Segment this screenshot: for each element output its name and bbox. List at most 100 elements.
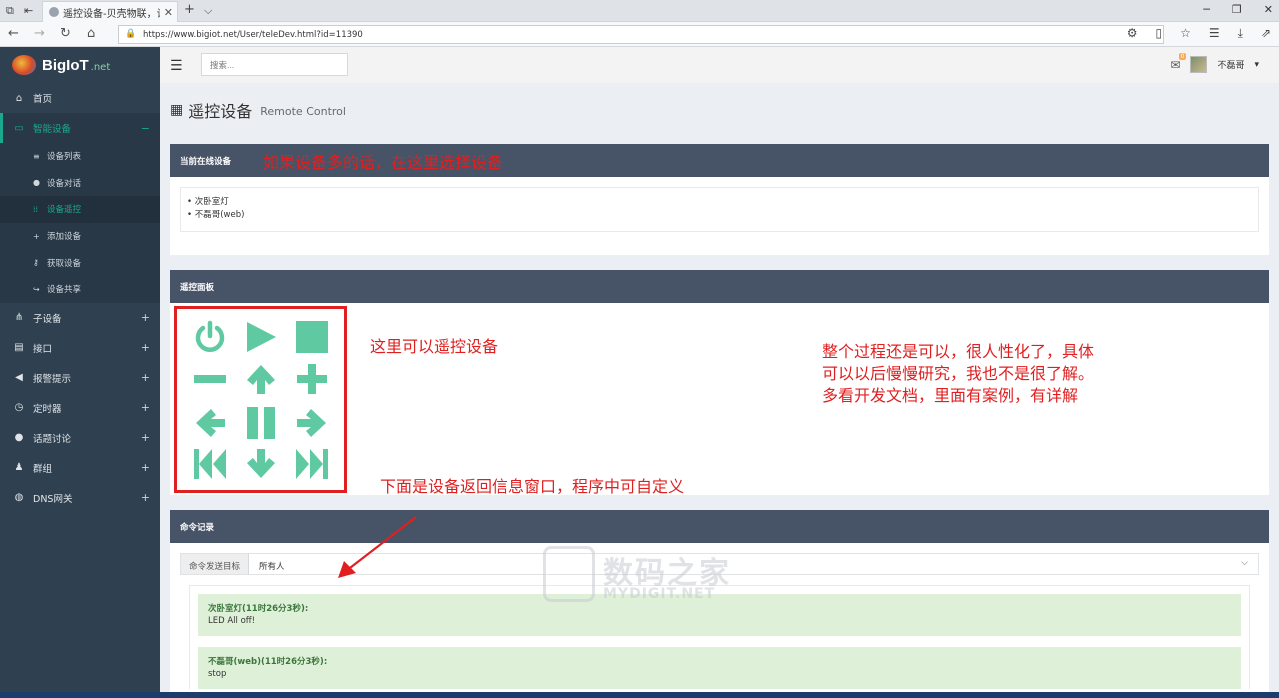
remote-button-grid — [174, 306, 347, 493]
target-value-text: 所有人 — [259, 562, 285, 572]
tab-menu-button[interactable]: ⌵ — [204, 4, 212, 18]
sidebar-subitem-device-remote[interactable]: ⁞⁞ 设备遥控 — [0, 196, 160, 223]
mail-icon[interactable]: ✉ 0 — [1170, 52, 1187, 72]
annotation-arrow-icon — [338, 516, 417, 578]
sidebar-item-api[interactable]: ▤ 接口 + — [0, 333, 160, 363]
down-button[interactable] — [242, 445, 280, 483]
brand-suffix: .net — [90, 62, 111, 73]
users-icon: ♟ — [14, 462, 24, 474]
favorite-star-icon[interactable]: ☆ — [1180, 26, 1191, 41]
power-button[interactable] — [191, 318, 229, 356]
sidebar-subitem-label: 设备对话 — [47, 178, 82, 189]
forward-icon[interactable]: → — [34, 26, 45, 41]
sidebar-item-topics[interactable]: ● 话题讨论 + — [0, 423, 160, 453]
close-window-icon[interactable]: ✕ — [1264, 3, 1273, 16]
minimize-icon[interactable]: ─ — [1203, 3, 1210, 16]
plus-button[interactable] — [293, 360, 331, 398]
avatar[interactable] — [1190, 56, 1208, 73]
right-button[interactable] — [293, 404, 331, 442]
stop-icon — [296, 321, 328, 353]
skip-back-icon — [194, 449, 226, 479]
volume-icon: ◀ — [15, 372, 23, 384]
username[interactable]: 不磊哥 — [1217, 58, 1244, 71]
expand-icon[interactable]: + — [141, 311, 150, 324]
sidebar-subitem-device-list[interactable]: ≡ 设备列表 — [0, 143, 160, 170]
new-tab-button[interactable]: + — [184, 2, 195, 17]
reading-view-icon[interactable]: ▯ — [1155, 26, 1162, 41]
home-icon[interactable]: ⌂ — [87, 26, 95, 41]
share-icon[interactable]: ⇗ — [1261, 26, 1271, 41]
grid-icon: ▦ — [170, 102, 184, 118]
sidebar-item-label: 智能设备 — [33, 124, 72, 135]
previous-button[interactable] — [191, 445, 229, 483]
left-button[interactable] — [191, 404, 229, 442]
page-title-text: 遥控设备 — [188, 102, 253, 121]
sidebar-item-subdevices[interactable]: ⋔ 子设备 + — [0, 303, 160, 333]
laptop-icon: ▭ — [14, 122, 24, 134]
pause-button[interactable] — [242, 404, 280, 442]
brand-name: BigIoT — [42, 56, 89, 74]
plus-icon — [297, 364, 327, 394]
sidebar-subitem-device-share[interactable]: ↪ 设备共享 — [0, 276, 160, 303]
minus-button[interactable] — [191, 360, 229, 398]
collapse-icon[interactable]: − — [141, 122, 150, 135]
next-button[interactable] — [293, 445, 331, 483]
message-log: 次卧室灯(11时26分3秒): LED All off! 不磊哥(web)(11… — [189, 585, 1250, 689]
favorites-hub-icon[interactable]: ☰ — [1209, 26, 1220, 41]
back-tabs-icon[interactable]: ⇤ — [24, 4, 33, 17]
sidebar-item-dns-gateway[interactable]: ◍ DNS网关 + — [0, 483, 160, 513]
caret-down-icon[interactable]: ▾ — [1254, 60, 1259, 70]
sidebar: BigIoT .net ⌂ 首页 ▭ 智能设备 − ≡ 设备列表 ● 设备对话 ⁞⁞… — [0, 47, 160, 698]
target-label: 命令发送目标 — [181, 554, 250, 574]
sidebar-item-timers[interactable]: ◷ 定时器 + — [0, 393, 160, 423]
expand-icon[interactable]: + — [141, 341, 150, 354]
sidebar-item-alarms[interactable]: ◀ 报警提示 + — [0, 363, 160, 393]
sidebar-subitem-label: 设备遥控 — [47, 205, 82, 216]
close-tab-icon[interactable]: ✕ — [164, 6, 177, 19]
expand-icon[interactable]: + — [141, 401, 150, 414]
power-icon — [195, 320, 225, 352]
sidebar-item-home[interactable]: ⌂ 首页 — [0, 83, 160, 113]
expand-icon[interactable]: + — [141, 431, 150, 444]
page-subtitle: Remote Control — [260, 105, 346, 118]
stop-button[interactable] — [293, 318, 331, 356]
sidebar-item-label: DNS网关 — [33, 493, 73, 505]
device-list: 次卧室灯 不磊哥(web) — [180, 187, 1259, 232]
back-icon[interactable]: ← — [8, 26, 19, 41]
minus-icon — [194, 375, 226, 383]
sidebar-item-groups[interactable]: ♟ 群组 + — [0, 453, 160, 483]
sidebar-item-label: 子设备 — [33, 313, 62, 325]
sidebar-item-label: 群组 — [33, 463, 53, 475]
sidebar-item-smart-devices[interactable]: ▭ 智能设备 − — [0, 113, 160, 143]
search-input[interactable] — [201, 53, 348, 76]
menu-toggle-icon[interactable]: ☰ — [170, 58, 183, 74]
arrow-right-icon — [297, 409, 326, 437]
up-button[interactable] — [242, 360, 280, 398]
download-icon[interactable]: ⤓ — [1238, 26, 1243, 41]
restore-icon[interactable]: ❐ — [1232, 3, 1242, 16]
browser-tab[interactable]: 遥控设备-贝壳物联，让 ✕ — [42, 1, 178, 22]
refresh-icon[interactable]: ↻ — [60, 26, 71, 41]
expand-icon[interactable]: + — [141, 491, 150, 504]
annotation-line: 可以以后慢慢研究，我也不是很了解。 — [822, 364, 1095, 383]
play-button[interactable] — [242, 318, 280, 356]
address-bar[interactable]: 🔒 https://www.bigiot.net/User/teleDev.ht… — [118, 25, 1164, 44]
sidebar-subitem-label: 添加设备 — [47, 232, 82, 243]
tab-title: 遥控设备-贝壳物联，让 — [63, 8, 160, 20]
logo-icon — [12, 55, 36, 75]
annotation-summary: 整个过程还是可以，很人性化了，具体 可以以后慢慢研究，我也不是很了解。 多看开发… — [822, 341, 1094, 407]
tab-actions-icon[interactable]: ⧉ — [6, 4, 14, 18]
sidebar-subitem-device-chat[interactable]: ● 设备对话 — [0, 170, 160, 197]
sidebar-subitem-add-device[interactable]: + 添加设备 — [0, 223, 160, 250]
extensions-icon[interactable]: ⚙ — [1127, 26, 1138, 41]
comment-icon: ● — [33, 178, 40, 188]
clock-icon: ◷ — [14, 402, 24, 414]
sidebar-subitem-get-device[interactable]: ⚷ 获取设备 — [0, 249, 160, 276]
device-item[interactable]: 次卧室灯 — [187, 196, 1252, 209]
expand-icon[interactable]: + — [141, 461, 150, 474]
sidebar-item-label: 话题讨论 — [33, 433, 72, 445]
brand-logo[interactable]: BigIoT .net — [0, 47, 160, 83]
device-item[interactable]: 不磊哥(web) — [187, 209, 1252, 222]
expand-icon[interactable]: + — [141, 371, 150, 384]
pause-icon — [247, 407, 275, 439]
